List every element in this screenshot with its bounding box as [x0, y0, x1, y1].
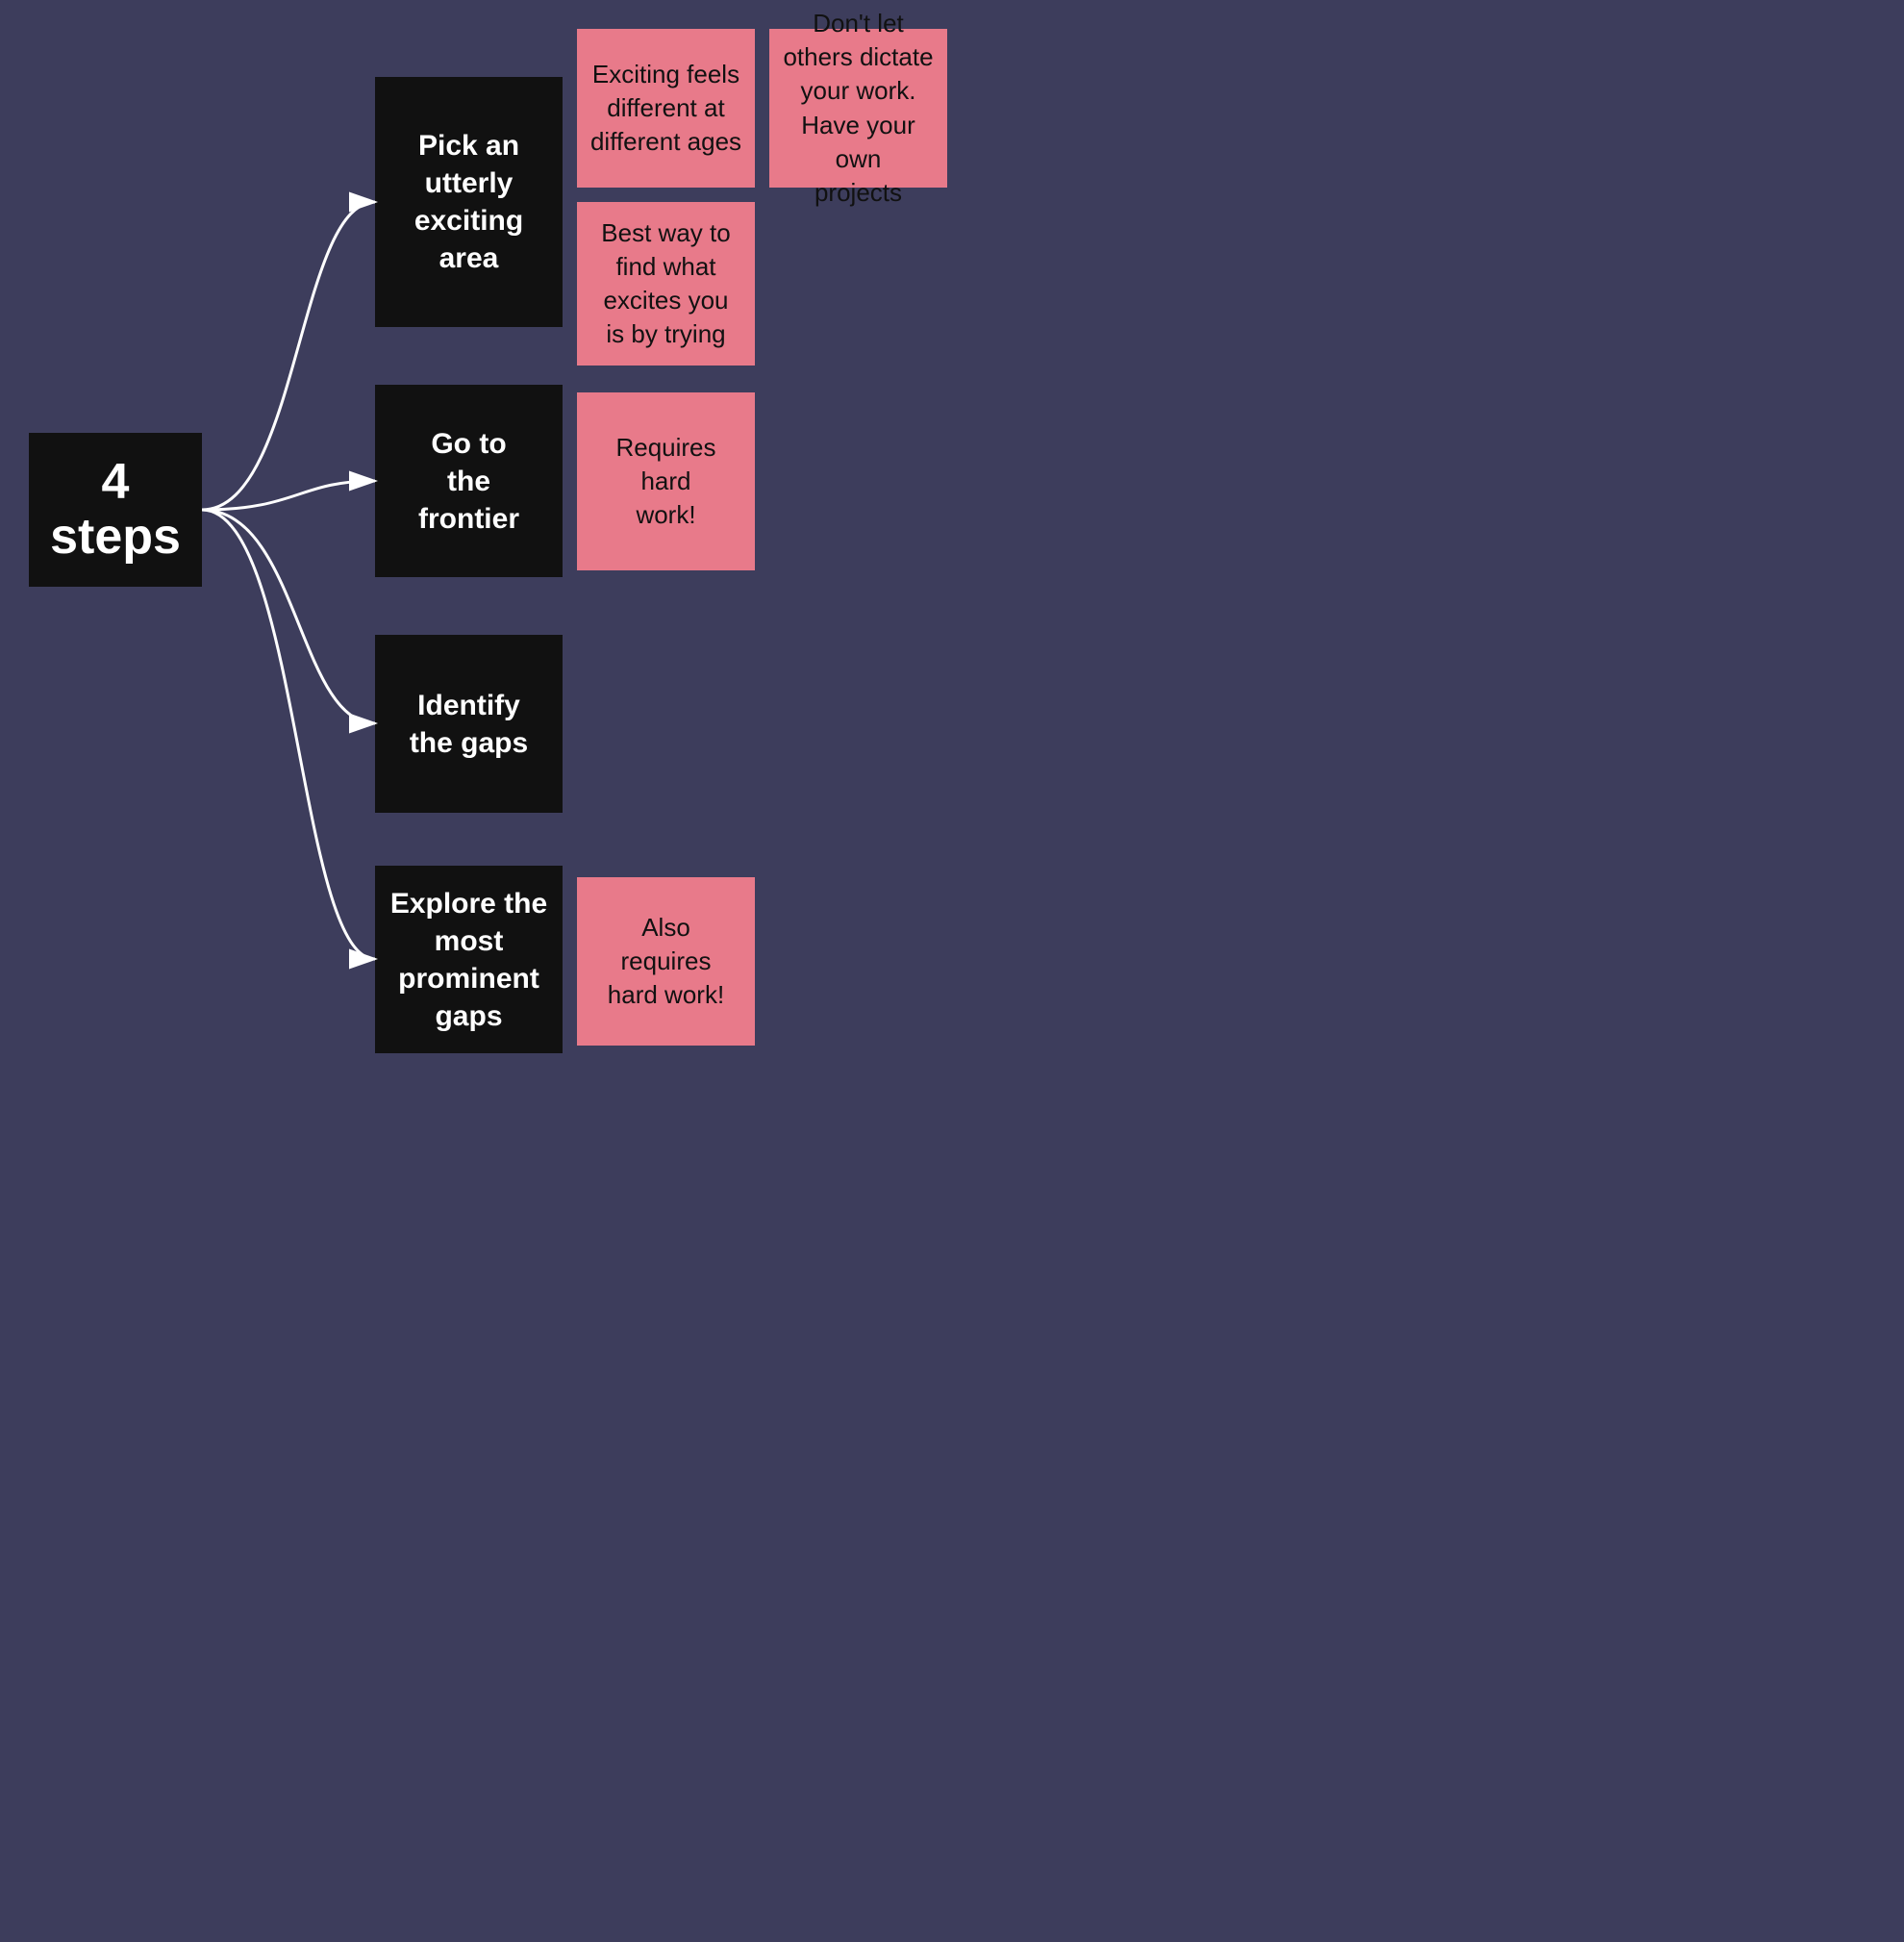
arrow-to-step1	[202, 202, 375, 510]
note-card-1b: Don't let others dictate your work. Have…	[769, 29, 947, 188]
arrow-to-step2	[202, 481, 375, 510]
note-card-4a: Also requires hard work!	[577, 877, 755, 1046]
step-node-1: Pick an utterly exciting area	[375, 77, 563, 327]
note1c-label: Best way to find what excites you is by …	[601, 216, 730, 351]
step1-label: Pick an utterly exciting area	[414, 127, 523, 277]
note1b-label: Don't let others dictate your work. Have…	[781, 7, 936, 210]
step-node-3: Identify the gaps	[375, 635, 563, 813]
note2a-label: Requires hard work!	[615, 431, 715, 532]
arrow-to-step3	[202, 510, 375, 723]
note-card-1a: Exciting feels different at different ag…	[577, 29, 755, 188]
note-card-1c: Best way to find what excites you is by …	[577, 202, 755, 366]
note1a-label: Exciting feels different at different ag…	[590, 58, 741, 159]
canvas: 4 steps Pick an utterly exciting area Ex…	[0, 0, 1039, 1077]
note-card-2a: Requires hard work!	[577, 392, 755, 570]
root-label: 4 steps	[50, 455, 181, 565]
note4a-label: Also requires hard work!	[608, 911, 724, 1012]
step4-label: Explore the most prominent gaps	[390, 885, 547, 1035]
step3-label: Identify the gaps	[410, 687, 528, 762]
step-node-4: Explore the most prominent gaps	[375, 866, 563, 1053]
root-node: 4 steps	[29, 433, 202, 587]
step-node-2: Go to the frontier	[375, 385, 563, 577]
step2-label: Go to the frontier	[418, 425, 519, 538]
arrow-to-step4	[202, 510, 375, 959]
